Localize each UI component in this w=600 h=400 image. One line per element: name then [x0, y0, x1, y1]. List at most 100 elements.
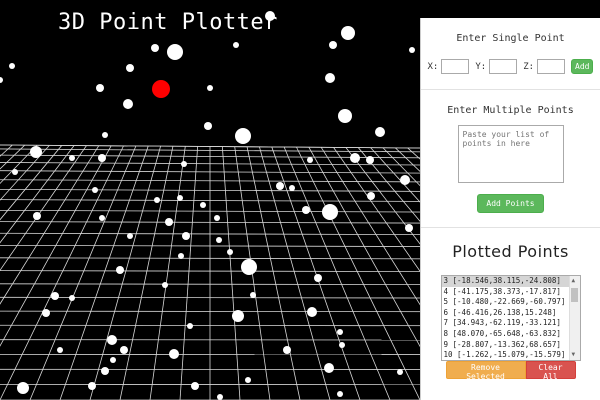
plot-point: [102, 132, 108, 138]
plot-point: [99, 215, 105, 221]
plot-point: [241, 259, 257, 275]
grid-line: [0, 145, 75, 244]
plot-point: [57, 347, 63, 353]
plot-point: [12, 169, 18, 175]
plot-point: [204, 122, 212, 130]
plot-point: [167, 44, 183, 60]
plot-point: [30, 146, 42, 158]
list-actions: Remove Selected Clear All: [421, 361, 600, 381]
grid-line: [59, 145, 149, 400]
plot-point: [276, 182, 284, 190]
points-textarea[interactable]: [457, 125, 564, 183]
plot-point: [96, 84, 104, 92]
plot-point: [17, 382, 29, 394]
plot-point: [233, 42, 239, 48]
grid-line: [0, 145, 63, 221]
z-input[interactable]: [537, 59, 566, 74]
plot-point: [126, 64, 134, 72]
plot-point: [169, 349, 179, 359]
multiple-points-section: Enter Multiple Points Add Points: [421, 90, 600, 228]
list-items: 3 [-18.546,38.115,-24.808] 4 [-41.175,38.…: [441, 276, 580, 360]
plot-point: [69, 155, 75, 161]
z-label: Z:: [523, 61, 535, 72]
plot-point: [110, 357, 116, 363]
grid-line: [149, 146, 186, 400]
y-label: Y:: [475, 61, 487, 72]
plot-point: [307, 307, 317, 317]
plot-point: [101, 367, 109, 375]
plot-point: [88, 382, 96, 390]
list-item[interactable]: 6 [-46.416,26.138,15.248]: [442, 308, 580, 319]
plot-point: [338, 109, 352, 123]
grid-line: [0, 145, 112, 347]
y-input[interactable]: [489, 59, 518, 74]
list-item[interactable]: 3 [-18.546,38.115,-24.808]: [441, 276, 580, 287]
single-point-row: X: Y: Z: Add: [421, 59, 600, 74]
plot-point: [216, 237, 222, 243]
plot-point: [341, 26, 355, 40]
grid-line: [221, 146, 241, 400]
plot-point: [283, 346, 291, 354]
plot-point: [187, 323, 193, 329]
grid-line: [0, 145, 124, 400]
list-item[interactable]: 9 [-28.807,-13.362,68.657]: [442, 340, 580, 351]
grid-line: [0, 144, 25, 170]
remove-selected-button[interactable]: Remove Selected: [445, 361, 526, 381]
plot-point: [307, 157, 313, 163]
list-item[interactable]: 4 [-41.175,38.373,-17.817]: [442, 287, 580, 298]
scroll-thumb[interactable]: [570, 288, 578, 302]
app-title: 3D Point Plotter: [58, 10, 278, 35]
plot-point: [42, 309, 50, 317]
grid-line: [89, 146, 161, 400]
plot-point: [324, 363, 334, 373]
scroll-up-icon[interactable]: ▲: [572, 277, 576, 285]
grid-line: [0, 162, 441, 166]
add-points-button[interactable]: Add Points: [477, 194, 544, 213]
plot-point: [178, 253, 184, 259]
plot-point: [250, 292, 256, 298]
plot-point: [182, 232, 190, 240]
selected-point: [152, 80, 170, 98]
plot-point: [107, 335, 117, 345]
plot-point: [162, 282, 168, 288]
plot-point: [123, 99, 133, 109]
list-scrollbar[interactable]: ▲ ▼: [568, 276, 580, 360]
add-point-button[interactable]: Add: [571, 59, 594, 74]
plot-point: [245, 377, 251, 383]
list-item[interactable]: 7 [34.943,-62.119,-33.121]: [442, 318, 580, 329]
x-input[interactable]: [441, 59, 470, 74]
list-item[interactable]: 5 [-10.480,-22.669,-60.797]: [442, 297, 580, 308]
plotted-points-list[interactable]: 3 [-18.546,38.115,-24.808] 4 [-41.175,38.…: [440, 275, 581, 361]
plot-point: [322, 204, 338, 220]
grid-line: [271, 146, 361, 400]
plot-point: [9, 63, 15, 69]
plot-point: [375, 127, 385, 137]
grid-line: [119, 146, 174, 400]
plot-point: [151, 44, 159, 52]
grid-line: [283, 146, 391, 400]
plot-point: [217, 394, 223, 400]
plot-point: [397, 369, 403, 375]
plot-point: [289, 185, 295, 191]
plot-point: [0, 77, 3, 83]
list-item[interactable]: 8 [48.070,-65.648,-63.832]: [442, 329, 580, 340]
plot-point: [181, 161, 187, 167]
scroll-down-icon[interactable]: ▼: [572, 351, 576, 359]
list-item[interactable]: 10 [-1.262,-15.079,-15.579]: [442, 350, 580, 360]
plot-point: [116, 266, 124, 274]
grid-line: [0, 144, 13, 157]
x-label: X:: [427, 61, 439, 72]
plot-point: [120, 346, 128, 354]
multiple-points-title: Enter Multiple Points: [447, 105, 574, 116]
clear-all-button[interactable]: Clear All: [525, 361, 576, 381]
plot-point: [165, 218, 173, 226]
plot-point: [154, 197, 160, 203]
plot-point: [337, 391, 343, 397]
plot-point: [177, 195, 183, 201]
grid-line: [296, 146, 421, 400]
plot-point: [235, 128, 251, 144]
plot-point: [329, 41, 337, 49]
single-point-title: Enter Single Point: [456, 33, 565, 44]
plot-point: [98, 154, 106, 162]
single-point-section: Enter Single Point X: Y: Z: Add: [421, 18, 600, 90]
